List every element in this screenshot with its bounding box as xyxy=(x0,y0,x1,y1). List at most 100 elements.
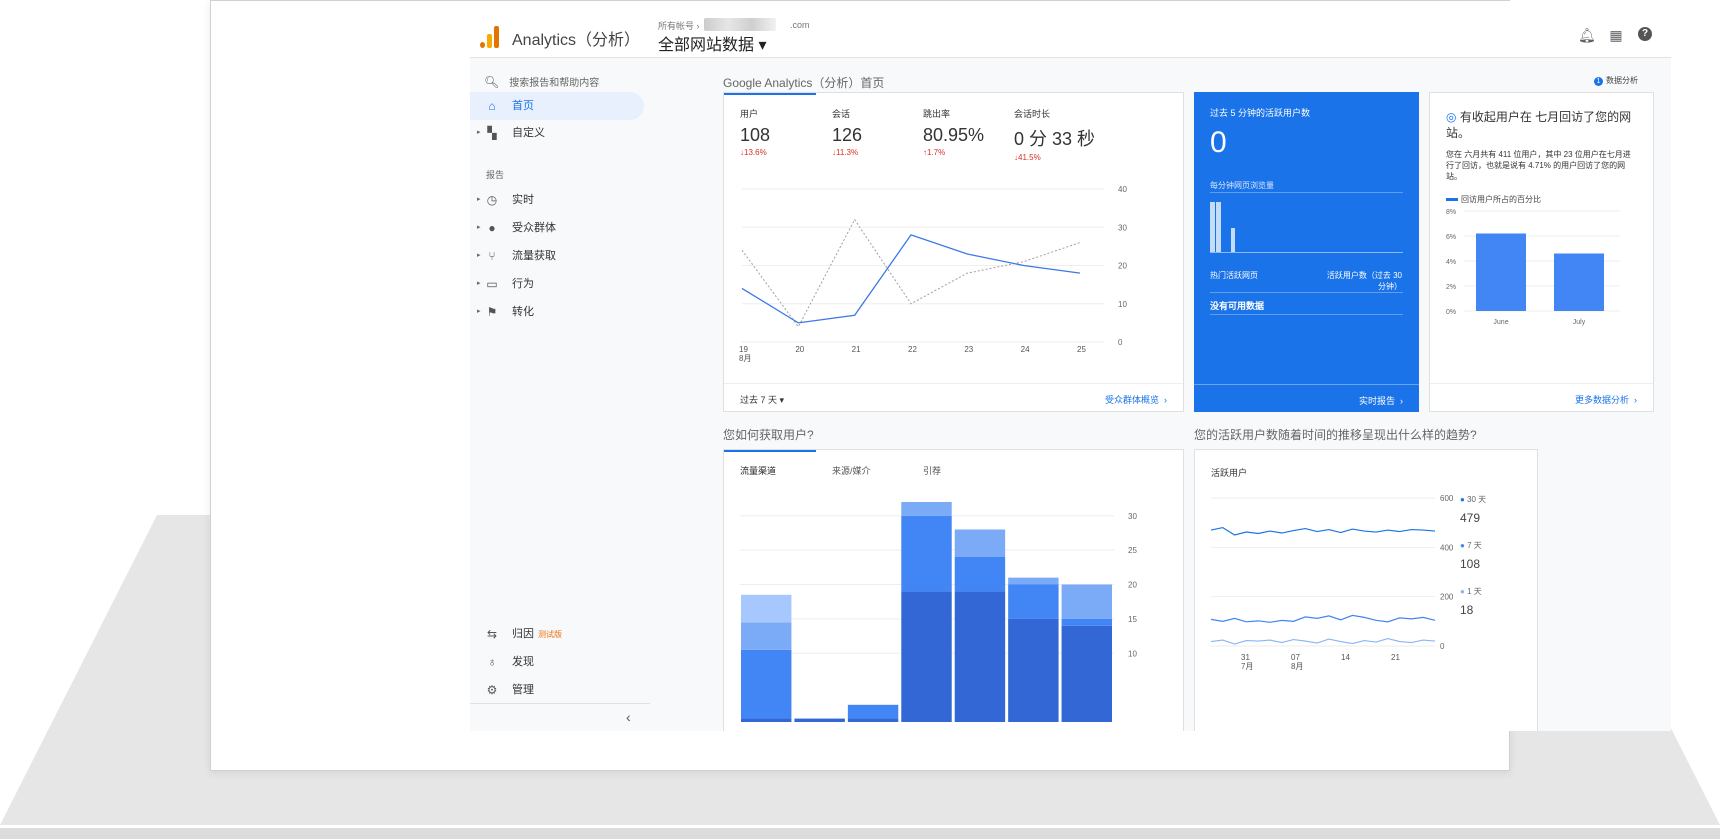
top-pages-label: 热门活跃网页 xyxy=(1210,271,1258,280)
sidebar-item-admin[interactable]: ⚙ 管理 xyxy=(470,676,644,704)
active-kpi-indicator xyxy=(724,93,816,95)
y-tick-label: 10 xyxy=(1118,300,1127,309)
kpi-session-duration[interactable]: 会话时长 0 分 33 秒 ↓41.5% xyxy=(1014,107,1134,162)
y-tick-label: 8% xyxy=(1446,209,1456,216)
x-tick-label: 25 xyxy=(1077,345,1086,354)
y-tick-label: 40 xyxy=(1118,185,1127,194)
x-tick-label: 21 xyxy=(852,345,861,354)
acquisition-icon: ⑂ xyxy=(488,249,496,263)
x-tick-label: 31 xyxy=(1241,653,1250,662)
sidebar-search[interactable]: 🔍︎ 搜索报告和帮助内容 xyxy=(484,74,599,89)
kpi-bounce-rate[interactable]: 跳出率 80.95% ↑1.7% xyxy=(923,107,1013,157)
y-tick-label: 20 xyxy=(1118,262,1127,271)
realtime-title: 过去 5 分钟的活跃用户数 xyxy=(1210,108,1311,118)
retention-card: ◎ 有收起用户在 七月回访了您的网站。 您在 六月共有 411 位用户，其中 2… xyxy=(1429,92,1654,412)
acquisition-bar-segment xyxy=(1008,618,1059,722)
sidebar-item-realtime[interactable]: ▸ ◷ 实时 xyxy=(470,186,644,214)
acquisition-bar-segment xyxy=(954,557,1006,592)
home-icon: ⌂ xyxy=(488,99,496,113)
analytics-app: Analytics（分析） 所有帐号 › .com 全部网站数据 ▾ 🔔︎ ▦ … xyxy=(470,1,1671,731)
insights-badge: 1 xyxy=(1594,77,1603,86)
collapse-sidebar-icon[interactable]: ‹ xyxy=(626,709,631,725)
person-icon: ● xyxy=(488,221,496,235)
pageviews-label: 每分钟网页浏览量 xyxy=(1210,181,1274,190)
y-tick-label: 30 xyxy=(1118,223,1127,232)
pageview-bar xyxy=(1216,202,1221,252)
sidebar-item-acquisition[interactable]: ▸ ⑂ 流量获取 xyxy=(470,242,644,270)
help-icon[interactable]: ? xyxy=(1638,27,1652,41)
retention-body: 您在 六月共有 411 位用户，其中 23 位用户在七月进行了回访，也就是说有 … xyxy=(1446,150,1631,181)
overview-card: 用户 108 ↓13.6% 会话 126 ↓11.3% 跳出率 80.95% ↑1.7% 会… xyxy=(723,92,1184,412)
date-range-selector[interactable]: 过去 7 天 ▾ xyxy=(740,393,784,406)
kpi-users[interactable]: 用户 108 ↓13.6% xyxy=(740,107,830,157)
legend-1-day: ● 1 天 18 xyxy=(1460,587,1482,617)
y-tick-label: 600 xyxy=(1440,494,1454,503)
legend-30-day: ● 30 天 479 xyxy=(1460,495,1487,525)
x-tick-label: 24 xyxy=(1021,345,1030,354)
clock-icon: ◷ xyxy=(486,193,498,207)
y-tick-label: 6% xyxy=(1446,234,1456,241)
sidebar-item-home[interactable]: ⌂ 首页 xyxy=(470,92,644,120)
realtime-card: 过去 5 分钟的活跃用户数 0 每分钟网页浏览量 热门活跃网页 活跃用户数（过去… xyxy=(1194,92,1419,412)
screenshot-frame: Analytics（分析） 所有帐号 › .com 全部网站数据 ▾ 🔔︎ ▦ … xyxy=(210,0,1671,771)
y-tick-label: 0 xyxy=(1440,642,1445,651)
lightbulb-icon: ♁ xyxy=(487,655,497,669)
users-line-chart: 40 30 20 10 0 198月 20 21 22 23 24 25 xyxy=(739,185,1127,363)
x-tick-label: 8月 xyxy=(739,354,751,363)
sidebar-item-attribution[interactable]: ⇆ 归因 测试版 xyxy=(470,620,644,648)
sidebar-item-discover[interactable]: ♁ 发现 xyxy=(470,648,644,676)
floor-shadow xyxy=(0,828,1720,839)
sidebar-item-audience[interactable]: ▸ ● 受众群体 xyxy=(470,214,644,242)
y-tick-label: 15 xyxy=(1128,615,1137,624)
page-breadcrumb: Google Analytics（分析）首页 xyxy=(723,76,885,90)
insights-button[interactable]: 1 数据分析 xyxy=(1594,75,1638,86)
x-tick-label: 07 xyxy=(1291,653,1300,662)
sidebar-item-customize[interactable]: ▸ ▚ 自定义 xyxy=(470,119,644,147)
apps-grid-icon[interactable]: ▦ xyxy=(1608,27,1624,43)
x-tick-label: June xyxy=(1493,319,1508,326)
sidebar-item-behavior[interactable]: ▸ ▭ 行为 xyxy=(470,270,644,298)
acquisition-bar-segment xyxy=(847,718,899,722)
active-users-card: 活跃用户 600 400 200 0 31 7月 07 8月 14 21 ● 30 天 479 ● … xyxy=(1194,449,1538,731)
sidebar: 🔍︎ 搜索报告和帮助内容 ⌂ 首页 ▸ ▚ 自定义 报告 ▸ ◷ 实时 ▸ ● 受众群体 ▸ ⑂… xyxy=(470,58,650,731)
legend-7-day: ● 7 天 108 xyxy=(1460,541,1482,571)
x-tick-label: 19 xyxy=(739,345,748,354)
y-tick-label: 0 xyxy=(1118,338,1123,347)
acquisition-card: 流量渠道 来源/媒介 引荐 30 25 20 15 10 xyxy=(723,449,1184,731)
app-title: Analytics（分析） xyxy=(512,32,641,49)
attribution-icon: ⇆ xyxy=(486,627,498,641)
retention-title: ◎ 有收起用户在 七月回访了您的网站。 xyxy=(1446,110,1632,140)
tab-referrals[interactable]: 引荐 xyxy=(923,464,941,477)
active-users-series-line xyxy=(1210,526,1436,536)
acquisition-bar-segment xyxy=(741,718,792,722)
audience-overview-link[interactable]: 受众群体概览 › xyxy=(1105,393,1167,406)
tab-source-medium[interactable]: 来源/媒介 xyxy=(832,464,871,477)
retention-bar xyxy=(1476,233,1526,311)
notifications-bell-icon[interactable]: 🔔︎ xyxy=(1578,27,1596,43)
tab-channels[interactable]: 流量渠道 xyxy=(740,464,776,477)
flag-icon: ⚑ xyxy=(486,305,498,319)
active-users-series-line xyxy=(1210,614,1436,623)
acquisition-bar-segment xyxy=(741,594,792,623)
search-placeholder: 搜索报告和帮助内容 xyxy=(509,78,600,89)
search-icon: 🔍︎ xyxy=(484,75,500,89)
pageview-bar xyxy=(1231,228,1235,252)
property-selector[interactable]: 全部网站数据 ▾ xyxy=(658,31,766,55)
acquisition-bar-segment xyxy=(1061,618,1112,626)
sidebar-item-conversions[interactable]: ▸ ⚑ 转化 xyxy=(470,298,644,326)
y-tick-label: 0% xyxy=(1446,309,1456,316)
acquisition-bar-segment xyxy=(954,529,1006,557)
x-tick-label: 21 xyxy=(1391,653,1400,662)
acquisition-bar-segment xyxy=(901,502,952,516)
kpi-sessions[interactable]: 会话 126 ↓11.3% xyxy=(832,107,922,157)
acquisition-bar-segment xyxy=(954,591,1006,722)
gear-icon: ⚙ xyxy=(486,683,498,697)
y-tick-label: 30 xyxy=(1128,512,1137,521)
x-tick-label: 8月 xyxy=(1291,662,1303,671)
acquisition-bar-segment xyxy=(901,591,952,722)
realtime-report-link[interactable]: 实时报告 › xyxy=(1359,394,1403,407)
more-insights-link[interactable]: 更多数据分析 › xyxy=(1575,393,1637,406)
x-tick-label: 23 xyxy=(964,345,973,354)
expand-arrow-icon: ▸ xyxy=(477,129,481,136)
x-tick-label: 7月 xyxy=(1241,662,1253,671)
